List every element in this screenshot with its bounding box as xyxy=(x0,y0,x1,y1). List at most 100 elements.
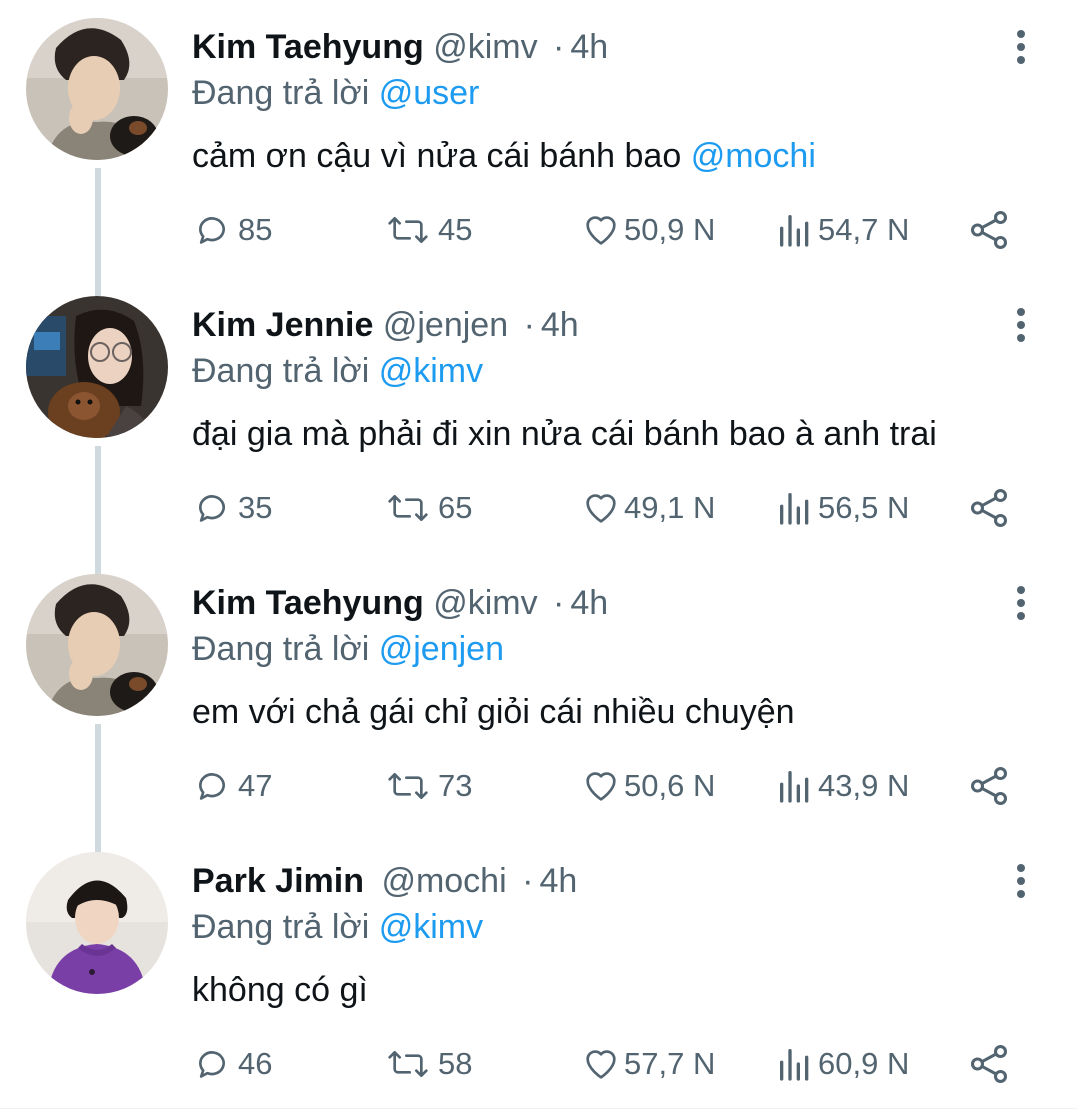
more-vertical-icon-dot xyxy=(1017,890,1025,898)
reply-icon xyxy=(192,1044,232,1084)
heart-icon xyxy=(580,766,622,806)
reply-count: 46 xyxy=(238,1046,273,1081)
replying-to: Đang trả lời @kimv xyxy=(192,348,483,394)
tweet-header: Kim Taehyung @kimv · 4h xyxy=(192,580,608,626)
reply-icon xyxy=(192,766,232,806)
like-button[interactable]: 50,9 N xyxy=(580,206,715,254)
tweet-text-body: không có gì xyxy=(192,971,368,1009)
more-options-button[interactable] xyxy=(1003,582,1039,624)
reply-button[interactable]: 35 xyxy=(192,484,272,532)
views-count: 56,5 N xyxy=(818,490,910,525)
like-count: 50,6 N xyxy=(624,768,716,803)
retweet-button[interactable]: 58 xyxy=(384,1040,472,1088)
more-vertical-icon-dot xyxy=(1017,56,1025,64)
reply-count: 47 xyxy=(238,768,273,803)
views-count: 43,9 N xyxy=(818,768,910,803)
reply-count: 35 xyxy=(238,490,273,525)
replying-to-mention[interactable]: @kimv xyxy=(379,908,483,946)
more-vertical-icon-dot xyxy=(1017,321,1025,329)
more-vertical-icon-dot xyxy=(1017,877,1025,885)
tweet-text-body: đại gia mà phải đi xin nửa cái bánh bao … xyxy=(192,415,937,453)
retweet-icon xyxy=(384,210,432,250)
tweet-text: đại gia mà phải đi xin nửa cái bánh bao … xyxy=(192,409,937,459)
tweet-header: Kim Taehyung @kimv · 4h xyxy=(192,24,608,70)
retweet-button[interactable]: 45 xyxy=(384,206,472,254)
like-count: 50,9 N xyxy=(624,212,716,247)
avatar[interactable] xyxy=(26,296,168,438)
separator-dot: · xyxy=(553,584,565,622)
like-button[interactable]: 50,6 N xyxy=(580,762,715,810)
display-name[interactable]: Kim Taehyung xyxy=(192,28,424,66)
more-options-button[interactable] xyxy=(1003,860,1039,902)
tweet-text-mention[interactable]: @mochi xyxy=(691,137,816,175)
views-icon xyxy=(776,1044,814,1084)
replying-to: Đang trả lời @jenjen xyxy=(192,626,504,672)
separator-dot: · xyxy=(553,28,565,66)
views-icon xyxy=(776,488,814,528)
display-name[interactable]: Park Jimin xyxy=(192,862,364,900)
more-vertical-icon xyxy=(1017,30,1025,38)
more-vertical-icon-dot xyxy=(1017,334,1025,342)
replying-to-label: Đang trả lời xyxy=(192,908,370,946)
retweet-count: 58 xyxy=(438,1046,473,1081)
display-name[interactable]: Kim Taehyung xyxy=(192,584,424,622)
reply-count: 85 xyxy=(238,212,273,247)
replying-to-mention[interactable]: @kimv xyxy=(379,352,483,390)
views-button[interactable]: 60,9 N xyxy=(776,1040,909,1088)
views-button[interactable]: 56,5 N xyxy=(776,484,909,532)
share-icon xyxy=(966,763,1012,809)
more-options-button[interactable] xyxy=(1003,26,1039,68)
replying-to-label: Đang trả lời xyxy=(192,630,370,668)
user-handle[interactable]: @kimv xyxy=(433,28,537,66)
tweet-text: em với chả gái chỉ giỏi cái nhiều chuyện xyxy=(192,687,795,737)
retweet-icon xyxy=(384,1044,432,1084)
more-vertical-icon xyxy=(1017,586,1025,594)
user-handle[interactable]: @mochi xyxy=(381,862,506,900)
avatar[interactable] xyxy=(26,852,168,994)
more-options-button[interactable] xyxy=(1003,304,1039,346)
share-button[interactable] xyxy=(966,206,1012,254)
like-button[interactable]: 57,7 N xyxy=(580,1040,715,1088)
replying-to-label: Đang trả lời xyxy=(192,74,370,112)
retweet-icon xyxy=(384,488,432,528)
replying-to-mention[interactable]: @user xyxy=(379,74,480,112)
replying-to: Đang trả lời @user xyxy=(192,70,479,116)
share-button[interactable] xyxy=(966,762,1012,810)
tweet-4[interactable]: Park Jimin @mochi · 4h Đang trả lời @kimv… xyxy=(0,834,1077,1112)
reply-button[interactable]: 47 xyxy=(192,762,272,810)
tweet-header: Park Jimin @mochi · 4h xyxy=(192,858,577,904)
tweet-2[interactable]: Kim Jennie @jenjen · 4h Đang trả lời @kim… xyxy=(0,278,1077,556)
avatar[interactable] xyxy=(26,574,168,716)
reply-button[interactable]: 46 xyxy=(192,1040,272,1088)
timestamp[interactable]: 4h xyxy=(570,584,608,622)
share-icon xyxy=(966,1041,1012,1087)
timestamp[interactable]: 4h xyxy=(541,306,579,344)
share-button[interactable] xyxy=(966,484,1012,532)
share-icon xyxy=(966,207,1012,253)
more-vertical-icon xyxy=(1017,308,1025,316)
timestamp[interactable]: 4h xyxy=(539,862,577,900)
tweet-text: không có gì xyxy=(192,965,368,1015)
reply-button[interactable]: 85 xyxy=(192,206,272,254)
like-button[interactable]: 49,1 N xyxy=(580,484,715,532)
views-icon xyxy=(776,766,814,806)
more-vertical-icon-dot xyxy=(1017,612,1025,620)
share-button[interactable] xyxy=(966,1040,1012,1088)
display-name[interactable]: Kim Jennie xyxy=(192,306,373,344)
tweet-text: cảm ơn cậu vì nửa cái bánh bao @mochi xyxy=(192,131,816,181)
avatar[interactable] xyxy=(26,18,168,160)
tweet-3[interactable]: Kim Taehyung @kimv · 4h Đang trả lời @jen… xyxy=(0,556,1077,834)
retweet-button[interactable]: 73 xyxy=(384,762,472,810)
like-count: 57,7 N xyxy=(624,1046,716,1081)
replying-to-label: Đang trả lời xyxy=(192,352,370,390)
timestamp[interactable]: 4h xyxy=(570,28,608,66)
retweet-button[interactable]: 65 xyxy=(384,484,472,532)
user-handle[interactable]: @jenjen xyxy=(383,306,508,344)
views-button[interactable]: 54,7 N xyxy=(776,206,909,254)
tweet-1[interactable]: Kim Taehyung @kimv · 4h Đang trả lời @use… xyxy=(0,0,1077,278)
views-button[interactable]: 43,9 N xyxy=(776,762,909,810)
user-handle[interactable]: @kimv xyxy=(433,584,537,622)
tweet-text-body: cảm ơn cậu vì nửa cái bánh bao xyxy=(192,137,691,175)
replying-to-mention[interactable]: @jenjen xyxy=(379,630,504,668)
more-vertical-icon-dot xyxy=(1017,599,1025,607)
